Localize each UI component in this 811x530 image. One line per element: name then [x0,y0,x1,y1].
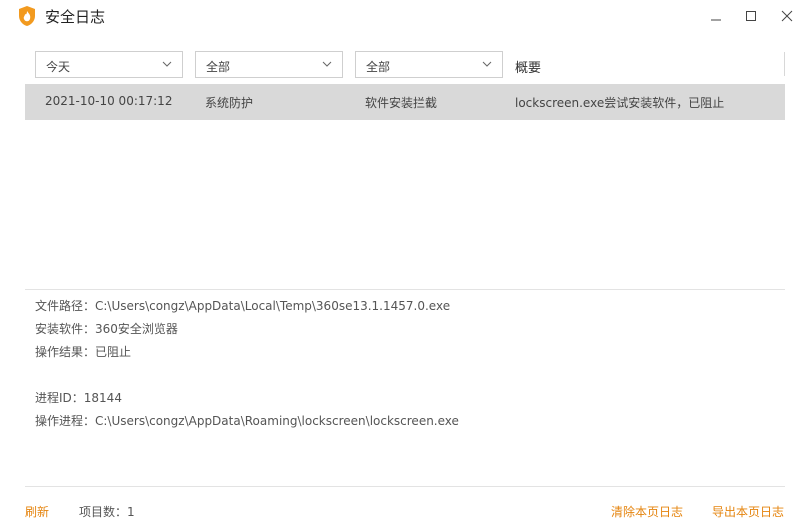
summary-column-header: 概要 [515,61,542,76]
export-log-link[interactable]: 导出本页日志 [712,503,784,520]
chevron-down-icon [162,61,172,67]
refresh-link[interactable]: 刷新 [25,503,49,520]
divider [25,486,785,487]
row-summary: lockscreen.exe尝试安装软件，已阻止 [515,96,725,110]
detail-file-path: 文件路径：C:\Users\congz\AppData\Local\Temp\3… [35,299,451,313]
clear-log-link[interactable]: 清除本页日志 [611,503,683,520]
chevron-down-icon [482,61,492,67]
close-button[interactable] [774,4,800,28]
minimize-button[interactable] [703,4,729,28]
filter-bar: 今天 全部 全部 概要 [25,48,785,84]
chevron-down-icon [322,61,332,67]
date-filter-value: 今天 [46,60,71,74]
detail-process: 操作进程：C:\Users\congz\AppData\Roaming\lock… [35,414,459,428]
window-title: 安全日志 [45,8,106,26]
detail-pid: 进程ID：18144 [35,391,122,405]
close-icon [781,10,793,22]
maximize-button[interactable] [738,4,764,28]
action-filter-dropdown[interactable]: 全部 [355,51,503,78]
date-filter-dropdown[interactable]: 今天 [35,51,183,78]
row-event: 软件安装拦截 [365,96,438,110]
detail-result: 操作结果：已阻止 [35,345,132,359]
minimize-icon [711,19,721,21]
title-bar: 安全日志 [0,0,811,34]
type-filter-dropdown[interactable]: 全部 [195,51,343,78]
divider [25,289,785,290]
maximize-icon [746,11,756,21]
360-flame-shield-icon [17,5,37,27]
item-count: 项目数：1 [79,505,135,519]
row-category: 系统防护 [205,96,254,110]
table-row[interactable]: 2021-10-10 00:17:12 系统防护 软件安装拦截 lockscre… [25,84,785,120]
detail-software: 安装软件：360安全浏览器 [35,322,178,336]
row-time: 2021-10-10 00:17:12 [45,94,173,108]
action-filter-value: 全部 [366,60,391,74]
type-filter-value: 全部 [206,60,231,74]
column-divider [784,52,785,76]
